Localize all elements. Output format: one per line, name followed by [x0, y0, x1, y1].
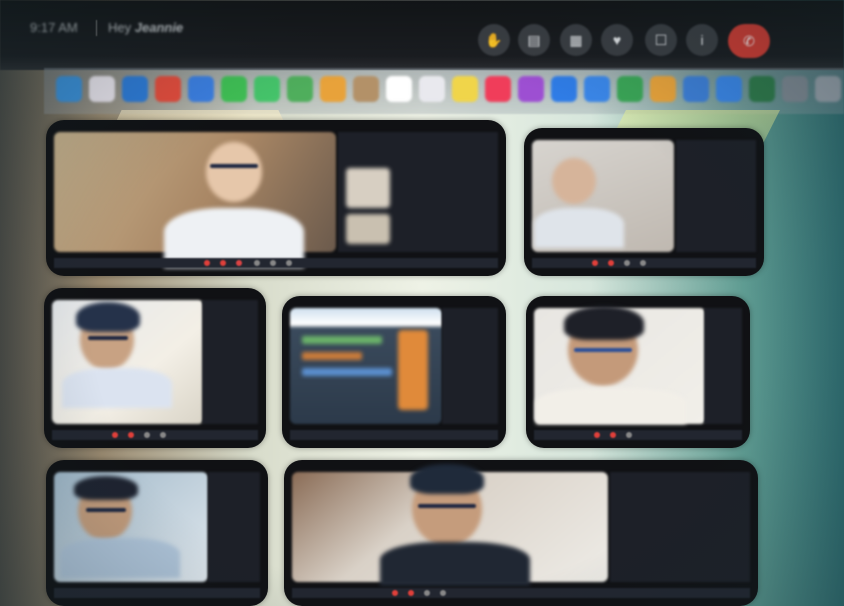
- pages-icon[interactable]: [650, 76, 676, 102]
- meeting-title-name: Jeannie: [134, 20, 184, 35]
- mail-icon[interactable]: [188, 76, 214, 102]
- student-tile-1[interactable]: [46, 120, 506, 276]
- react-icon: ♥: [612, 32, 622, 48]
- divider: [96, 20, 97, 36]
- end-call-icon: ✆: [743, 32, 755, 49]
- share-icon: ▤: [527, 31, 541, 48]
- meeting-title-prefix: Hey: [108, 20, 132, 35]
- contacts-icon[interactable]: [353, 76, 379, 102]
- layout-icon: ▦: [569, 31, 583, 48]
- screen-share-tile[interactable]: [282, 296, 506, 448]
- raise-hand-button[interactable]: ✋: [478, 24, 510, 56]
- meeting-title: Hey Jeannie: [108, 20, 183, 35]
- student-tile-3[interactable]: [44, 288, 266, 448]
- reactions-button[interactable]: ♥: [601, 24, 633, 56]
- macos-dock: [44, 68, 844, 114]
- reminders-icon[interactable]: [419, 76, 445, 102]
- share-screen-button[interactable]: ▤: [518, 24, 550, 56]
- finder-icon[interactable]: [56, 76, 82, 102]
- layout-button[interactable]: ▦: [560, 24, 592, 56]
- student-tile-5[interactable]: [46, 460, 268, 606]
- zoom-icon[interactable]: [584, 76, 610, 102]
- sheets-icon[interactable]: [617, 76, 643, 102]
- chrome-icon[interactable]: [155, 76, 181, 102]
- launchpad-icon[interactable]: [89, 76, 115, 102]
- rooms-icon: ☐: [654, 31, 668, 48]
- starbucks-icon[interactable]: [749, 76, 775, 102]
- facetime-icon[interactable]: [221, 76, 247, 102]
- settings-icon[interactable]: [782, 76, 808, 102]
- keynote-icon[interactable]: [683, 76, 709, 102]
- notes-icon[interactable]: [452, 76, 478, 102]
- student-tile-6[interactable]: [284, 460, 758, 606]
- podcasts-icon[interactable]: [518, 76, 544, 102]
- calendar-icon[interactable]: [386, 76, 412, 102]
- student-tile-2[interactable]: [524, 128, 764, 276]
- safari-icon[interactable]: [122, 76, 148, 102]
- music-icon[interactable]: [485, 76, 511, 102]
- meeting-top-bar: 9:17 AM Hey Jeannie ✋ ▤ ▦ ♥ ☐ i ✆: [0, 0, 844, 70]
- messages-icon[interactable]: [254, 76, 280, 102]
- maps-icon[interactable]: [287, 76, 313, 102]
- breakout-rooms-button[interactable]: ☐: [645, 24, 677, 56]
- info-button[interactable]: i: [686, 24, 718, 56]
- photos-icon[interactable]: [320, 76, 346, 102]
- trash-icon[interactable]: [815, 76, 841, 102]
- end-call-button[interactable]: ✆: [728, 24, 770, 58]
- appstore-2-icon[interactable]: [716, 76, 742, 102]
- clock-time: 9:17 AM: [30, 20, 78, 35]
- info-icon: i: [700, 32, 704, 48]
- student-tile-4[interactable]: [526, 296, 750, 448]
- appstore-icon[interactable]: [551, 76, 577, 102]
- raise-hand-icon: ✋: [485, 31, 503, 48]
